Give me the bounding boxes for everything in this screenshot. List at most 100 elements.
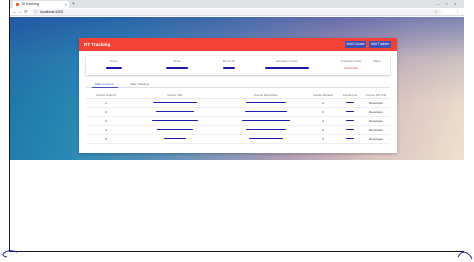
course-duration-cell: 3 xyxy=(308,134,338,144)
course-duration-cell: 3 xyxy=(308,107,338,117)
minimize-icon[interactable]: – xyxy=(437,0,439,8)
redaction-mark xyxy=(346,128,354,131)
table-row[interactable]: 5 3 Developer xyxy=(86,134,390,144)
browser-tab-title: TrtTracking xyxy=(21,2,39,6)
redaction-mark xyxy=(346,119,354,122)
course-fee-cell xyxy=(338,107,362,117)
redaction-mark xyxy=(249,137,283,140)
course-fee-cell xyxy=(338,98,362,108)
course-description-cell xyxy=(224,134,308,144)
app-title: RT Tracking xyxy=(84,42,111,47)
course-duration-cell: 4 xyxy=(308,116,338,126)
course-fee-cell xyxy=(338,116,362,126)
course-title-cell xyxy=(126,107,224,117)
course-fee-cell xyxy=(338,125,362,135)
site-info-icon[interactable]: ⓘ xyxy=(34,9,38,15)
redaction-mark xyxy=(245,110,287,113)
trainee-info-panel: Name Email Phone No Education Levels Gra… xyxy=(86,56,390,75)
course-duration-cell: 2 xyxy=(308,125,338,135)
redaction-mark xyxy=(242,119,290,122)
maximize-icon[interactable]: □ xyxy=(445,0,447,8)
favicon-icon xyxy=(16,3,19,6)
course-id-cell: 2 xyxy=(86,107,126,117)
page-viewport: RT Tracking Add Course Add Trainee Name … xyxy=(9,17,464,160)
redaction-mark xyxy=(156,110,194,113)
redaction-mark xyxy=(346,137,354,140)
redaction-mark xyxy=(106,67,122,69)
add-trainee-button[interactable]: Add Trainee xyxy=(369,41,391,48)
course-id-cell: 5 xyxy=(86,134,126,144)
browser-tab[interactable]: TrtTracking × xyxy=(13,1,69,8)
close-tab-icon[interactable]: × xyxy=(65,1,67,8)
screenshot-root: TrtTracking × + – □ × ← → ⟳ ⓘ localhost:… xyxy=(0,0,474,262)
course-job-cell: Developer xyxy=(362,125,390,135)
course-id-cell: 1 xyxy=(86,98,126,108)
tracking-card: RT Tracking Add Course Add Trainee Name … xyxy=(79,38,397,153)
course-duration-cell: 2 xyxy=(308,98,338,108)
redaction-mark xyxy=(265,67,309,69)
course-job-cell: Developer xyxy=(362,98,390,108)
address-url[interactable]: localhost:4200 xyxy=(40,9,63,15)
course-description-cell xyxy=(224,116,308,126)
redaction-mark xyxy=(246,101,286,104)
course-title-cell xyxy=(126,98,224,108)
courses-table: Course Code Id Course Title Course Descr… xyxy=(86,92,390,144)
new-tab-button[interactable]: + xyxy=(72,0,75,8)
course-title-cell xyxy=(126,134,224,144)
status-badge: Unverified xyxy=(344,66,358,70)
table-row[interactable]: 2 3 Developer xyxy=(86,107,390,117)
info-value-education xyxy=(265,66,309,70)
course-id-cell: 4 xyxy=(86,125,126,135)
table-row[interactable]: 1 2 Developer xyxy=(86,98,390,108)
app-header: RT Tracking Add Course Add Trainee xyxy=(79,38,397,51)
bottom-border-line xyxy=(9,251,464,252)
course-tabs: Take Courses Take Trainings xyxy=(86,80,390,88)
course-fee-cell xyxy=(338,134,362,144)
course-job-cell: Developer xyxy=(362,107,390,117)
course-description-cell xyxy=(224,107,308,117)
pen-scribble-right xyxy=(457,251,473,260)
info-value-name xyxy=(106,66,122,70)
browser-window: TrtTracking × + – □ × ← → ⟳ ⓘ localhost:… xyxy=(9,0,464,160)
redaction-mark xyxy=(223,67,235,69)
browser-menu-icon[interactable]: ⋮ xyxy=(455,8,460,16)
redaction-mark xyxy=(157,128,193,131)
tab-strip: TrtTracking × + – □ × xyxy=(9,0,464,8)
bookmark-star-icon[interactable]: ☆ xyxy=(434,9,438,15)
redaction-mark xyxy=(164,137,186,140)
info-header-graduation: Graduation Date xyxy=(340,59,362,63)
add-course-button[interactable]: Add Course xyxy=(345,41,366,48)
info-header-phone: Phone No xyxy=(222,59,236,63)
info-header-status: Status xyxy=(373,59,381,63)
redaction-mark xyxy=(153,101,197,104)
browser-toolbar: ← → ⟳ ⓘ localhost:4200 ☆ ⋮ xyxy=(9,8,464,16)
left-border-line xyxy=(9,0,10,252)
info-value-email xyxy=(166,66,188,70)
course-description-cell xyxy=(224,125,308,135)
back-arrow-icon[interactable]: ← xyxy=(12,8,17,16)
course-title-cell xyxy=(126,125,224,135)
info-header-name: Name xyxy=(110,59,118,63)
course-job-cell: Developer xyxy=(362,116,390,126)
table-row[interactable]: 3 4 Developer xyxy=(86,116,390,126)
reload-icon[interactable]: ⟳ xyxy=(24,8,28,16)
course-description-cell xyxy=(224,98,308,108)
redaction-mark xyxy=(166,67,188,69)
pen-scribble-left xyxy=(2,250,18,258)
address-bar[interactable]: ⓘ localhost:4200 ☆ xyxy=(31,9,441,15)
tab-take-trainings[interactable]: Take Trainings xyxy=(130,80,149,88)
active-tab-indicator xyxy=(92,87,118,88)
redaction-mark xyxy=(346,110,354,113)
redaction-mark xyxy=(346,101,354,104)
table-row[interactable]: 4 2 Developer xyxy=(86,125,390,135)
forward-arrow-icon[interactable]: → xyxy=(18,8,23,16)
course-title-cell xyxy=(126,116,224,126)
redaction-mark xyxy=(246,128,286,131)
info-header-education: Education Levels xyxy=(276,59,298,63)
info-value-phone xyxy=(223,66,235,70)
info-header-email: Email xyxy=(173,59,181,63)
course-job-cell: Developer xyxy=(362,134,390,144)
course-id-cell: 3 xyxy=(86,116,126,126)
redaction-mark xyxy=(152,119,198,122)
close-window-icon[interactable]: × xyxy=(454,0,456,8)
